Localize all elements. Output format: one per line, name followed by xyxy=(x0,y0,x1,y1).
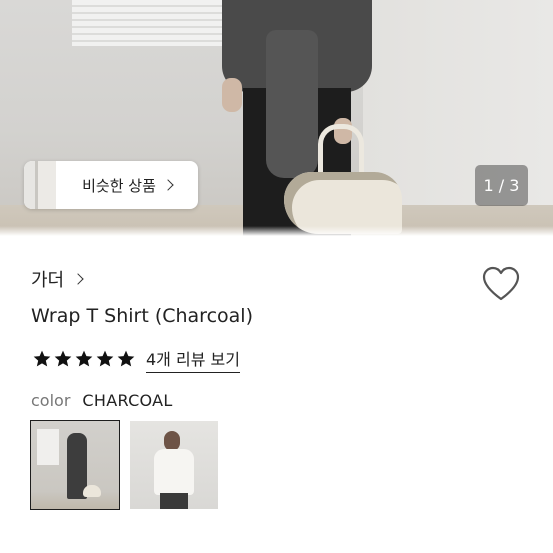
color-label: color xyxy=(31,391,71,410)
reviews-link[interactable]: 4개 리뷰 보기 xyxy=(146,346,240,373)
star-icon xyxy=(117,350,135,367)
swatch-model xyxy=(154,449,194,495)
heart-icon xyxy=(482,266,520,301)
star-icon xyxy=(96,350,114,367)
window-blinds xyxy=(72,0,228,46)
star-icon xyxy=(75,350,93,367)
rating-row: 4개 리뷰 보기 xyxy=(32,344,240,374)
chevron-right-icon xyxy=(72,273,84,285)
chevron-right-icon xyxy=(162,179,174,191)
color-swatch-charcoal[interactable] xyxy=(30,420,120,510)
wishlist-button[interactable] xyxy=(482,266,520,302)
color-info: color CHARCOAL xyxy=(31,391,173,410)
star-icon xyxy=(54,350,72,367)
brand-name: 가더 xyxy=(31,270,65,291)
color-swatch-ivory[interactable] xyxy=(130,421,218,509)
model-hand xyxy=(222,78,242,112)
star-rating xyxy=(32,349,136,369)
similar-products-label: 비슷한 상품 xyxy=(82,176,156,195)
star-icon xyxy=(33,350,51,367)
brand-link[interactable]: 가더 xyxy=(31,266,84,292)
similar-products-thumbnail xyxy=(24,161,56,209)
image-fade xyxy=(0,226,553,236)
tote-bag xyxy=(284,172,402,234)
image-page-counter: 1 / 3 xyxy=(475,165,528,206)
color-value: CHARCOAL xyxy=(82,391,173,410)
product-title: Wrap T Shirt (Charcoal) xyxy=(31,305,253,327)
wrap-tie xyxy=(266,30,318,178)
similar-products-button[interactable]: 비슷한 상품 xyxy=(24,161,198,209)
